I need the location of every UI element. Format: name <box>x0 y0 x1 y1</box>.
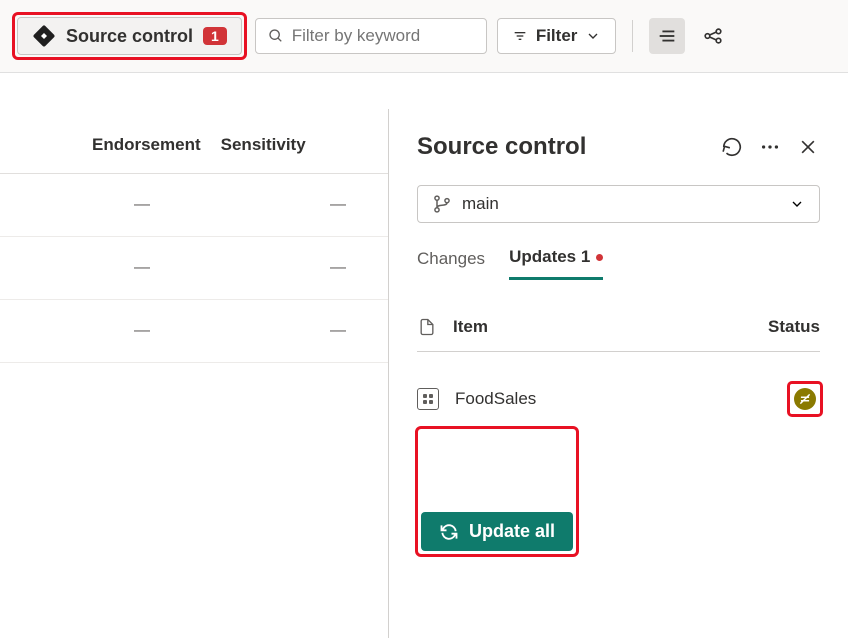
item-name: FoodSales <box>455 389 536 409</box>
left-column: Endorsement Sensitivity — — — — — — <box>0 109 389 638</box>
item-type-icon <box>417 388 439 410</box>
panel-actions <box>720 135 820 159</box>
more-options-button[interactable] <box>758 135 782 159</box>
update-all-button[interactable]: Update all <box>421 512 573 551</box>
close-button[interactable] <box>796 135 820 159</box>
header-sensitivity[interactable]: Sensitivity <box>201 135 388 155</box>
panel-title: Source control <box>417 133 586 161</box>
list-item[interactable]: FoodSales <box>417 370 820 428</box>
header-status: Status <box>768 317 820 337</box>
cell-sensitivity: — <box>200 196 388 214</box>
table-headers: Endorsement Sensitivity <box>0 109 388 174</box>
refresh-icon <box>721 136 743 158</box>
search-input-wrapper[interactable] <box>255 18 487 54</box>
tab-changes[interactable]: Changes <box>417 247 485 280</box>
lineage-icon <box>702 25 724 47</box>
table-row[interactable]: — — <box>0 174 388 237</box>
filter-button[interactable]: Filter <box>497 18 617 54</box>
search-icon <box>268 27 284 45</box>
toolbar-divider <box>632 20 633 52</box>
header-endorsement[interactable]: Endorsement <box>0 135 201 155</box>
sync-icon <box>439 522 459 542</box>
cell-endorsement: — <box>0 259 200 277</box>
close-icon <box>798 137 818 157</box>
banner-area <box>0 73 848 109</box>
file-icon <box>417 317 437 337</box>
source-control-highlight: Source control 1 <box>14 14 245 58</box>
updates-list-header: Item Status <box>417 317 820 352</box>
status-highlight <box>790 384 820 414</box>
source-control-button[interactable]: Source control 1 <box>17 17 242 55</box>
source-control-panel: Source control main <box>389 109 848 638</box>
chevron-down-icon <box>789 196 805 212</box>
status-conflict-icon <box>794 388 816 410</box>
table-row[interactable]: — — <box>0 237 388 300</box>
list-view-icon <box>656 25 678 47</box>
refresh-button[interactable] <box>720 135 744 159</box>
source-control-label: Source control <box>66 26 193 47</box>
table-row[interactable]: — — <box>0 300 388 363</box>
branch-icon <box>432 194 452 214</box>
filter-icon <box>512 28 528 44</box>
cell-sensitivity: — <box>200 259 388 277</box>
panel-tabs: Changes Updates 1 <box>417 247 820 281</box>
lineage-view-button[interactable] <box>695 18 731 54</box>
filter-label: Filter <box>536 26 578 46</box>
source-control-icon <box>32 24 56 48</box>
update-all-highlight: Update all <box>417 428 577 555</box>
top-toolbar: Source control 1 Filter <box>0 0 848 73</box>
panel-header: Source control <box>417 133 820 161</box>
cell-sensitivity: — <box>200 322 388 340</box>
tab-updates[interactable]: Updates 1 <box>509 247 603 280</box>
source-control-badge: 1 <box>203 27 227 45</box>
cell-endorsement: — <box>0 322 200 340</box>
main-area: Endorsement Sensitivity — — — — — — Sour… <box>0 109 848 638</box>
branch-dropdown[interactable]: main <box>417 185 820 223</box>
more-icon <box>759 136 781 158</box>
chevron-down-icon <box>585 28 601 44</box>
header-item: Item <box>453 317 488 337</box>
list-view-button[interactable] <box>649 18 685 54</box>
cell-endorsement: — <box>0 196 200 214</box>
branch-name: main <box>462 194 499 214</box>
search-input[interactable] <box>292 26 474 46</box>
updates-indicator-dot <box>596 254 603 261</box>
